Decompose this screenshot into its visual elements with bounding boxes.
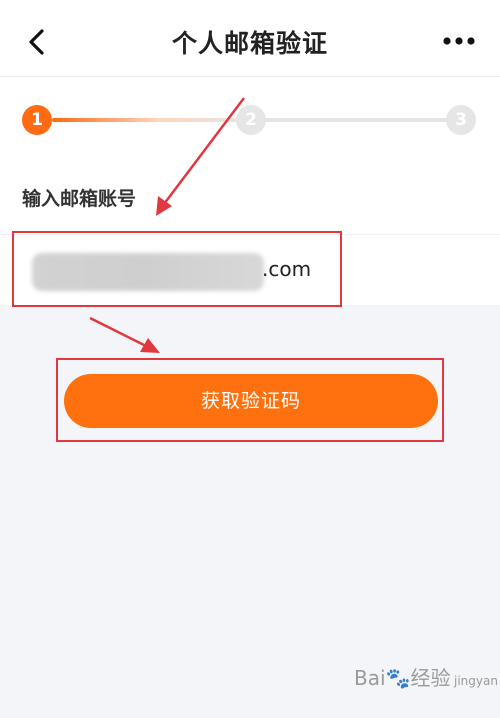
progress-steps: 1 2 3 <box>0 77 500 167</box>
arrow-to-button <box>89 316 160 353</box>
baidu-watermark: Bai🐾经验 <box>354 662 450 691</box>
watermark-suffix: 经验 <box>410 666 451 690</box>
email-domain-suffix: .com <box>262 257 312 281</box>
watermark-sub: jingyan <box>454 674 498 688</box>
more-dots-icon[interactable] <box>442 36 476 46</box>
step-2-indicator: 2 <box>236 105 266 135</box>
step-3-indicator: 3 <box>446 105 476 135</box>
baidu-paw-icon: 🐾 <box>385 666 411 690</box>
email-section-label: 输入邮箱账号 <box>22 188 137 210</box>
step-connector-1 <box>52 118 248 122</box>
step-1-indicator: 1 <box>22 105 52 135</box>
watermark-brand: Bai <box>354 666 386 690</box>
app-header: 个人邮箱验证 <box>0 0 500 77</box>
step-connector-2 <box>264 118 454 122</box>
form-card: 1 2 3 输入邮箱账号 .com <box>0 77 500 305</box>
page-title: 个人邮箱验证 <box>171 29 328 58</box>
get-code-button[interactable]: 获取验证码 <box>64 374 438 428</box>
email-blurred-value <box>32 253 264 291</box>
email-field[interactable]: .com <box>14 235 340 305</box>
